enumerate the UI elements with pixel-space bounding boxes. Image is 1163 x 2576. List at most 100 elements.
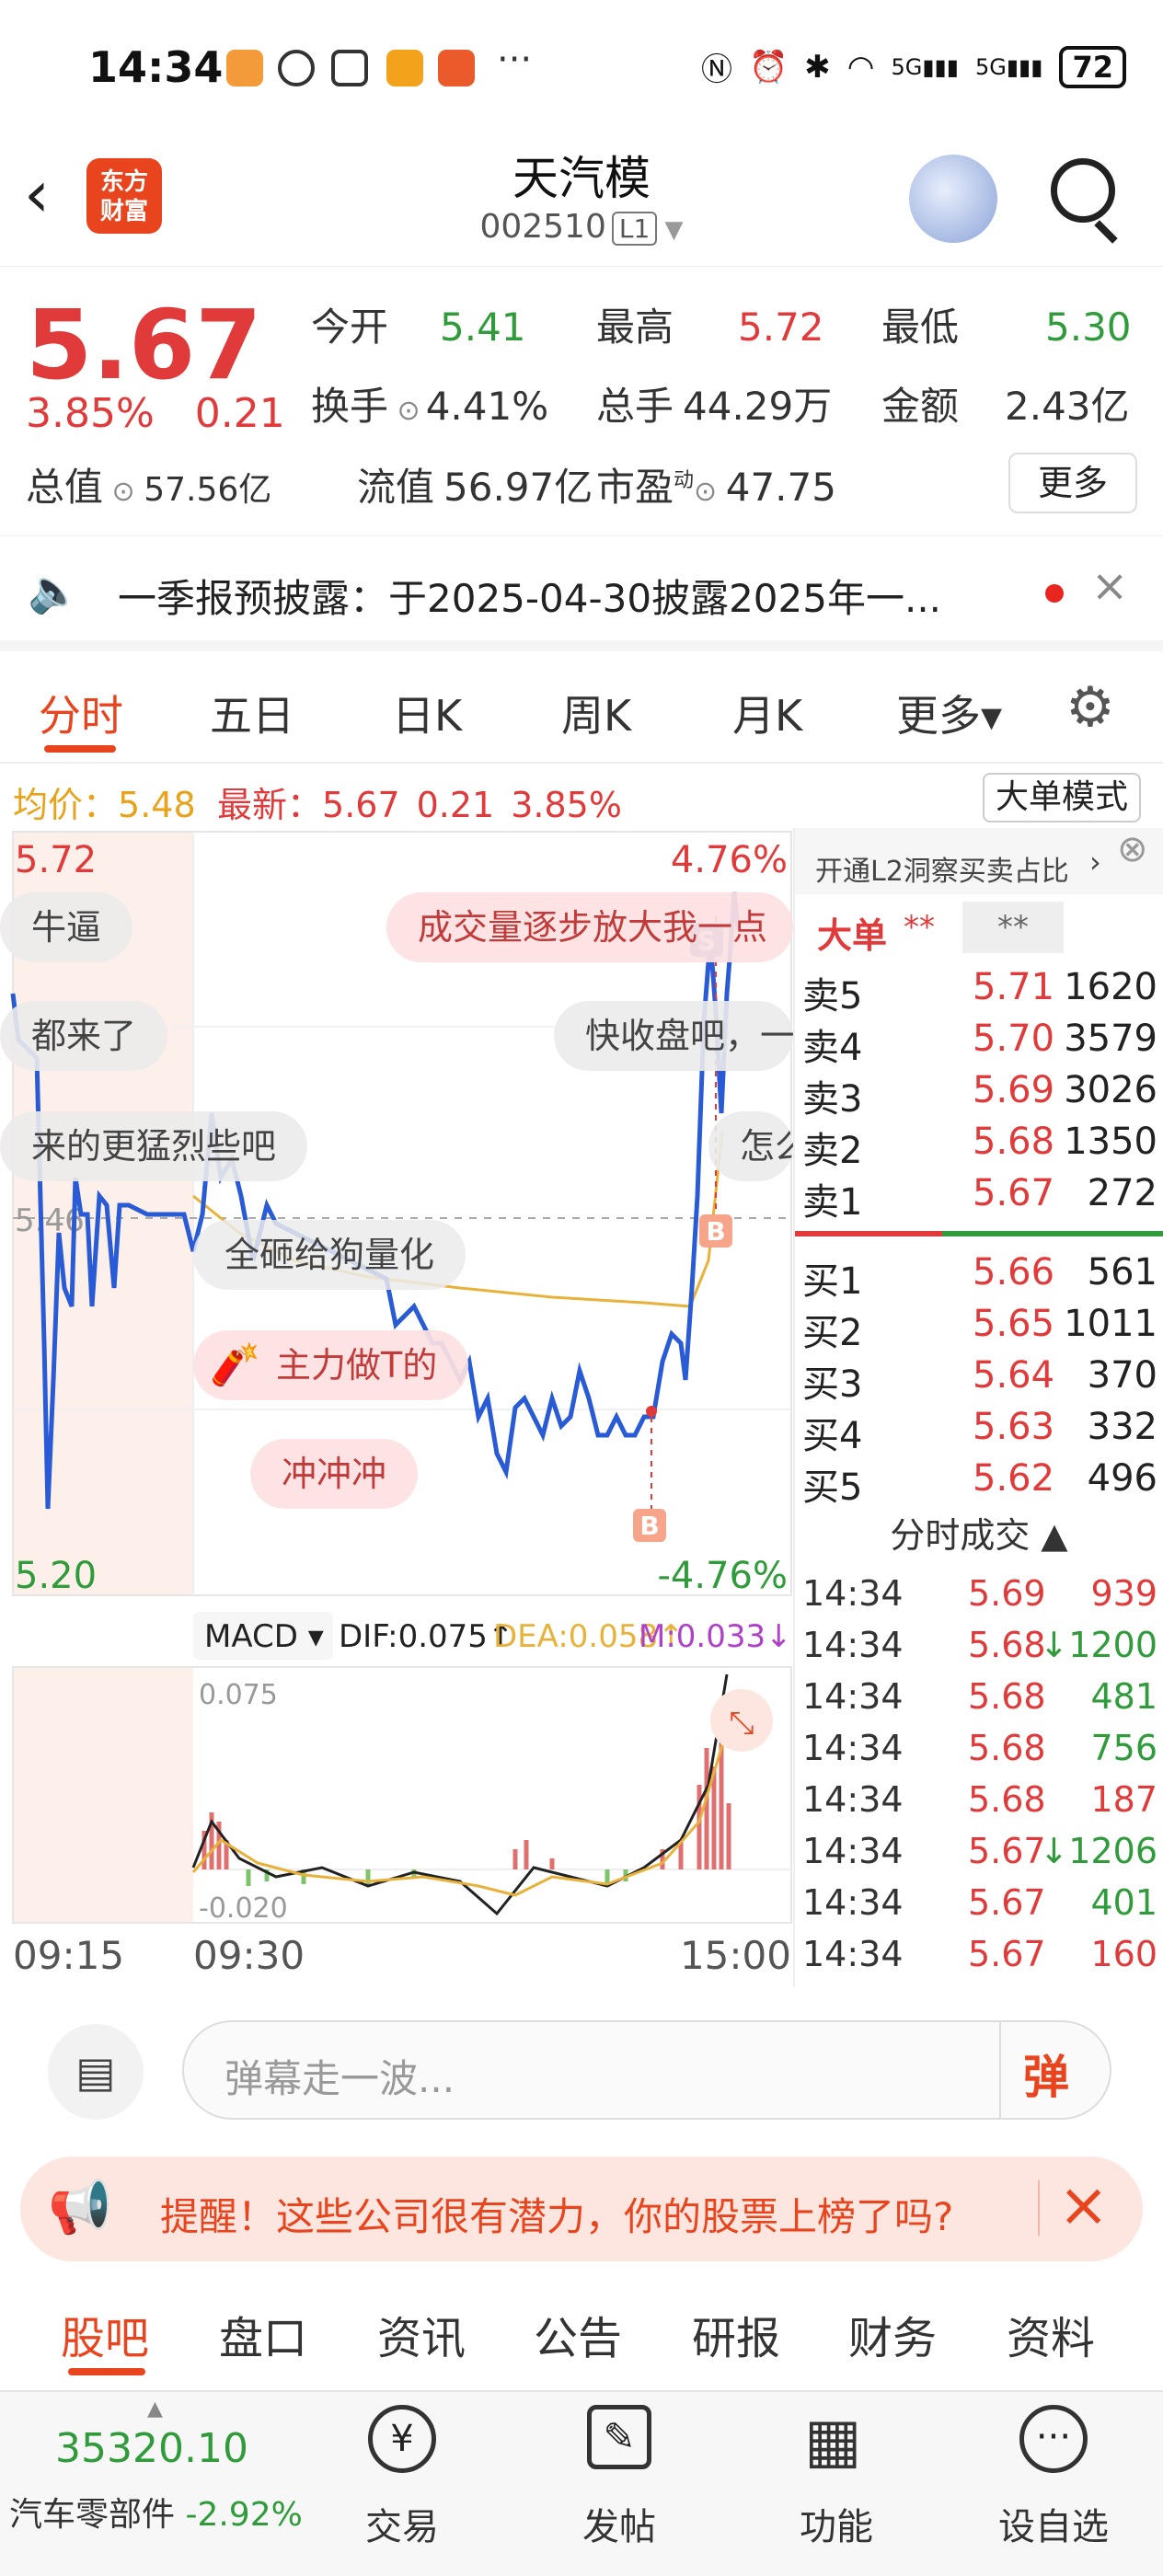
tab-weekly-k[interactable]: 周K <box>561 683 631 743</box>
bluetooth-icon: ✱ <box>804 48 831 86</box>
mcap-row: 总值 ⊙ 57.56亿 <box>26 465 272 510</box>
danmaku-send-button[interactable]: 弹 <box>1023 2041 1069 2107</box>
danmaku-bubble[interactable]: 怎么 <box>708 1111 793 1181</box>
notice-bar[interactable]: 🔈 一季报预披露：于2025-04-30披露2025年一... × <box>0 535 1163 651</box>
tab-pankou[interactable]: 盘口 <box>219 2302 307 2366</box>
big-order-label: 大单 <box>817 915 888 956</box>
bid-volume: 332 <box>1087 1406 1157 1448</box>
bid-price: 5.64 <box>973 1354 1055 1397</box>
macd-top: 0.075 <box>199 1679 278 1711</box>
clock: 14:34 <box>88 42 224 92</box>
trade-tick-row: 14:34 5.68 187 <box>802 1779 1161 1831</box>
danmaku-bubble[interactable]: 来的更猛烈些吧 <box>0 1111 308 1181</box>
tick-volume: 939 <box>1090 1573 1157 1614</box>
bid-volume: 496 <box>1087 1457 1157 1500</box>
chevron-right-icon: › <box>1089 845 1101 880</box>
unread-dot <box>1045 584 1064 603</box>
big-order-mode-button[interactable]: 大单模式 <box>983 773 1142 822</box>
tick-price: 5.68 <box>968 1728 1046 1768</box>
signal-5g-icon: 5G▮▮▮ <box>891 53 959 80</box>
macd-selector: MACD ▾ <box>204 1618 324 1655</box>
close-icon[interactable]: ⊗ <box>1117 828 1148 870</box>
more-icon: ··· <box>1019 2405 1088 2473</box>
danmaku-bubble[interactable]: 都来了 <box>0 1001 168 1071</box>
pct-axis-bottom: -4.76% <box>657 1555 788 1597</box>
danmaku-bubble[interactable]: 🧨 主力做T的 <box>193 1330 469 1400</box>
tab-intraday[interactable]: 分时 <box>39 683 123 743</box>
tick-price: 5.67 <box>968 1934 1046 1974</box>
danmaku-input[interactable]: 弹幕走一波... 弹 <box>182 2020 1111 2120</box>
firecracker-icon: 🧨 <box>210 1341 260 1388</box>
tab-more[interactable]: 更多▾ <box>896 683 1002 743</box>
ticks-title[interactable]: 分时成交 ▲ <box>795 1507 1163 1558</box>
sector-index[interactable]: ▲ 35320.10 汽车零部件 -2.92% <box>9 2392 313 2576</box>
stock-code-text: 002510 <box>479 208 606 246</box>
ask-volume: 1620 <box>1064 966 1157 1008</box>
trade-tick-row: 14:34 5.67 401 <box>802 1882 1161 1934</box>
index-name: 汽车零部件 -2.92% <box>9 2496 303 2534</box>
tab-news[interactable]: 资讯 <box>377 2302 466 2366</box>
ask-volume: 3579 <box>1064 1018 1157 1060</box>
x-axis-start: 09:15 <box>13 1933 124 1978</box>
ask-price: 5.68 <box>973 1121 1055 1163</box>
speaker-icon: 🔈 <box>28 566 81 615</box>
ask-volume: 272 <box>1087 1172 1157 1214</box>
tab-monthly-k[interactable]: 月K <box>732 683 802 743</box>
ask-price: 5.70 <box>973 1018 1055 1060</box>
y-axis-top: 5.72 <box>15 839 97 881</box>
close-icon[interactable]: × <box>1058 2169 1109 2240</box>
bottom-nav: ▲ 35320.10 汽车零部件 -2.92% ¥ 交易 ✎ 发帖 ▦ 功能 ··· 设… <box>0 2390 1163 2576</box>
edit-icon: ✎ <box>587 2405 651 2469</box>
pct-axis-top: 4.76% <box>671 839 788 881</box>
more-button[interactable]: 更多 <box>1008 453 1137 513</box>
tab-profile[interactable]: 资料 <box>1007 2302 1095 2366</box>
robot-assistant-icon[interactable] <box>909 155 997 243</box>
change-amt: 0.21 <box>194 390 285 437</box>
alibaba-icon <box>438 50 475 86</box>
danmaku-settings-icon[interactable]: ▤ <box>48 2024 144 2120</box>
order-book-panel: 开通L2洞察买卖占比 › ⊗ 大单 ** ** 卖5 5.71 1620 卖4 5.70 35… <box>793 828 1163 1987</box>
info-icon: ⊙ <box>103 476 144 508</box>
l2-promo[interactable]: 开通L2洞察买卖占比 › ⊗ <box>795 828 1163 894</box>
close-icon[interactable]: × <box>1091 560 1128 612</box>
tick-price: 5.67 <box>968 1831 1046 1871</box>
x-axis-open: 09:30 <box>193 1933 305 1978</box>
bid-row: 买2 5.65 1011 <box>802 1303 1161 1354</box>
ask-row: 卖1 5.67 272 <box>802 1172 1161 1224</box>
ask-row: 卖2 5.68 1350 <box>802 1121 1161 1172</box>
danmaku-bubble[interactable]: 全砸给狗量化 <box>193 1220 466 1290</box>
alarm-icon: ⏰ <box>748 48 789 86</box>
amount-row: 金额 2.43亿 <box>881 384 1130 429</box>
settings-icon[interactable]: ⚙ <box>1065 675 1115 740</box>
danmaku-bubble[interactable]: 快收盘吧，一 <box>554 1001 793 1071</box>
tab-finance[interactable]: 财务 <box>848 2302 937 2366</box>
tab-five-day[interactable]: 五日 <box>210 683 294 743</box>
bid-label: 买2 <box>802 1312 863 1354</box>
trade-tick-row: 14:34 5.67 ↓1206 <box>802 1831 1161 1882</box>
danmaku-bubble[interactable]: 成交量逐步放大我一点 <box>386 892 793 962</box>
chart-tabs: 分时 五日 日K 周K 月K 更多▾ ⚙ <box>0 662 1163 764</box>
bid-price: 5.62 <box>973 1457 1055 1500</box>
tab-daily-k[interactable]: 日K <box>392 683 462 743</box>
danmaku-bubble[interactable]: 牛逼 <box>0 892 133 962</box>
bid-price: 5.63 <box>973 1406 1055 1448</box>
tick-time: 14:34 <box>802 1934 904 1974</box>
chart-info-bar: 均价：5.48 最新：5.67 0.21 3.85% 大单模式 <box>0 767 1163 825</box>
danmaku-bubble[interactable]: 冲冲冲 <box>250 1439 419 1509</box>
quote-panel: 5.67 3.85% 0.21 今开 5.41 最高 5.72 最低 5.30 换手 ⊙… <box>0 269 1163 535</box>
tab-guba[interactable]: 股吧 <box>61 2302 149 2366</box>
tab-announcements[interactable]: 公告 <box>534 2302 622 2366</box>
ask-row: 卖3 5.69 3026 <box>802 1069 1161 1121</box>
search-icon[interactable] <box>1051 158 1115 223</box>
open-row: 今开 5.41 <box>311 305 526 350</box>
turnover-row: 换手 ⊙ 4.41% <box>311 384 549 429</box>
tab-research[interactable]: 研报 <box>692 2302 780 2366</box>
low-row: 最低 5.30 <box>881 305 1132 350</box>
reminder-banner[interactable]: 📢 提醒！这些公司很有潜力，你的股票上榜了吗? × <box>20 2156 1143 2261</box>
ask-label: 卖2 <box>802 1130 863 1172</box>
svg-text:⤡: ⤡ <box>729 1705 754 1742</box>
notice-text: 一季报预披露：于2025-04-30披露2025年一... <box>118 576 942 621</box>
level-badge: L1 <box>611 212 658 246</box>
tick-time: 14:34 <box>802 1779 904 1820</box>
bid-row: 买4 5.63 332 <box>802 1406 1161 1457</box>
